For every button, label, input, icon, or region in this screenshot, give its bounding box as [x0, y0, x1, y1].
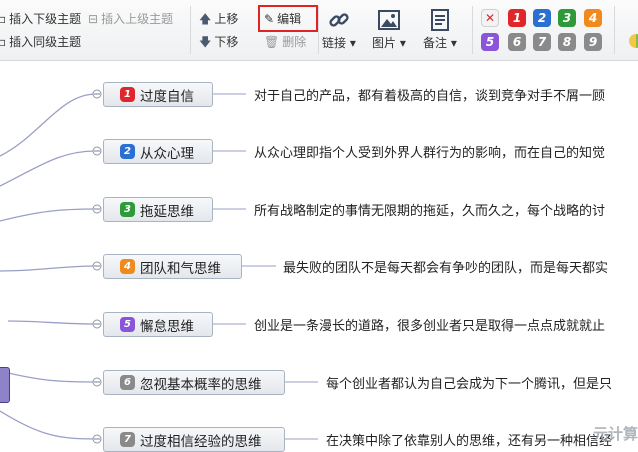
- priority-9-button[interactable]: 9: [584, 33, 602, 51]
- topic-note-4: 最失败的团队不是每天都会有争吵的团队，而是每天都实: [283, 261, 609, 276]
- progress-icon[interactable]: [629, 34, 638, 48]
- priority-4-button[interactable]: 4: [584, 9, 602, 27]
- topic-label: 过度自信: [140, 88, 194, 105]
- insert-child-icon: ▫: [0, 12, 7, 26]
- topic-node-5[interactable]: 5 懈怠思维: [103, 312, 213, 337]
- topic-label: 拖延思维: [140, 203, 194, 220]
- priority-badge: 1: [120, 87, 135, 102]
- topic-node-4[interactable]: 4 团队和气思维: [103, 254, 242, 279]
- image-button[interactable]: 图片 ▾: [372, 8, 406, 50]
- insert-parent-icon: ⊟: [88, 12, 99, 26]
- insert-parent-button[interactable]: ⊟ 插入上级主题: [88, 11, 173, 27]
- priority-3-button[interactable]: 3: [558, 9, 576, 27]
- insert-sibling-icon: ▫: [0, 35, 7, 49]
- move-up-button[interactable]: 🡅 上移: [199, 11, 238, 27]
- priority-1-button[interactable]: 1: [508, 9, 526, 27]
- image-icon: [377, 10, 400, 30]
- insert-child-button[interactable]: ▫ 插入下级主题: [0, 11, 81, 27]
- priority-2-button[interactable]: 2: [533, 9, 551, 27]
- arrow-up-icon: 🡅: [199, 12, 212, 26]
- trash-icon: 🗑: [264, 35, 280, 49]
- priority-badge: 3: [120, 202, 135, 217]
- topic-note-7: 在决策中除了依靠别人的思维，还有另一种相信经: [326, 434, 613, 449]
- link-icon: [329, 13, 349, 27]
- note-button[interactable]: 备注 ▾: [423, 8, 457, 50]
- topic-node-7[interactable]: 7 过度相信经验的思维: [103, 427, 285, 452]
- priority-6-button[interactable]: 6: [508, 33, 526, 51]
- priority-badge: 2: [120, 144, 135, 159]
- topic-label: 懈怠思维: [140, 318, 194, 335]
- priority-badge: 7: [120, 432, 135, 447]
- arrow-down-icon: 🡇: [199, 35, 212, 49]
- topic-note-5: 创业是一条漫长的道路，很多创业者只是取得一点点成就就止: [254, 319, 606, 334]
- priority-8-button[interactable]: 8: [558, 33, 576, 51]
- note-icon: [430, 9, 449, 31]
- topic-label: 过度相信经验的思维: [140, 433, 262, 450]
- mindmap-canvas[interactable]: 1 过度自信 对于自己的产品，都有着极高的自信，谈到竞争对手不屑一顾 2 从众心…: [0, 61, 638, 452]
- priority-7-button[interactable]: 7: [533, 33, 551, 51]
- topic-node-1[interactable]: 1 过度自信: [103, 82, 213, 107]
- topic-note-1: 对于自己的产品，都有着极高的自信，谈到竞争对手不屑一顾: [254, 89, 606, 104]
- priority-5-button[interactable]: 5: [481, 33, 499, 51]
- topic-label: 从众心理: [140, 145, 194, 162]
- topic-node-6[interactable]: 6 忽视基本概率的思维: [103, 370, 285, 395]
- edit-button-highlight: [258, 5, 318, 32]
- insert-sibling-button[interactable]: ▫ 插入同级主题: [0, 34, 81, 50]
- priority-badge: 5: [120, 317, 135, 332]
- watermark-text: 元计算: [592, 425, 638, 443]
- link-button[interactable]: 链接 ▾: [322, 8, 356, 50]
- topic-node-2[interactable]: 2 从众心理: [103, 139, 213, 164]
- clear-priority-icon[interactable]: ✕: [481, 9, 499, 27]
- topic-note-2: 从众心理即指个人受到外界人群行为的影响，而在自己的知觉: [254, 146, 606, 161]
- priority-badge: 4: [120, 259, 135, 274]
- move-down-button[interactable]: 🡇 下移: [199, 34, 238, 50]
- root-topic[interactable]: [0, 367, 10, 403]
- topic-label: 团队和气思维: [140, 260, 221, 277]
- topic-note-6: 每个创业者都认为自己会成为下一个腾讯，但是只: [326, 377, 613, 392]
- priority-badge: 6: [120, 375, 135, 390]
- topic-note-3: 所有战略制定的事情无限期的拖延，久而久之，每个战略的讨: [254, 204, 606, 219]
- toolbar: ▫ 插入下级主题 ⊟ 插入上级主题 ▫ 插入同级主题 🡅 上移 🡇 下移 ✎ 编辑 🗑 删除 …: [0, 0, 638, 61]
- topic-node-3[interactable]: 3 拖延思维: [103, 197, 213, 222]
- delete-button[interactable]: 🗑 删除: [264, 34, 306, 50]
- topic-label: 忽视基本概率的思维: [140, 376, 262, 393]
